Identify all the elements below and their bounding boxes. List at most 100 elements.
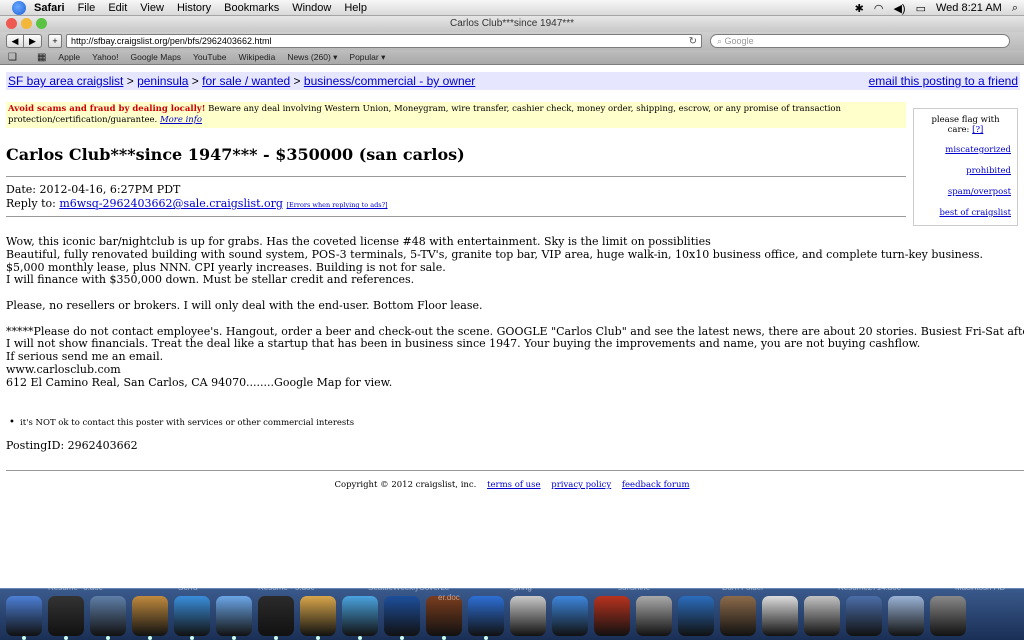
breadcrumb-separator: >: [290, 74, 304, 88]
reload-icon[interactable]: ↻: [689, 36, 697, 47]
zoom-window-icon[interactable]: [36, 18, 47, 29]
dock-app-icon[interactable]: [888, 596, 924, 636]
dock-app-icon[interactable]: [720, 596, 756, 636]
reply-label: Reply to:: [6, 197, 60, 210]
desktop-file-label[interactable]: Burn Folder: [722, 583, 764, 592]
breadcrumb-sfbay[interactable]: SF bay area craigslist: [8, 74, 123, 88]
dock-app-icon[interactable]: [426, 596, 462, 640]
running-indicator: [400, 636, 404, 640]
desktop-file-label[interactable]: Serra: [178, 583, 198, 592]
divider: [6, 176, 906, 177]
feedback-link[interactable]: feedback forum: [622, 480, 690, 490]
body-line: Beautiful, fully renovated building with…: [6, 247, 984, 261]
body-line: Wow, this iconic bar/nightclub is up for…: [6, 235, 711, 248]
address-bar[interactable]: http://sfbay.craigslist.org/pen/bfs/2962…: [66, 34, 702, 48]
breadcrumb-peninsula[interactable]: peninsula: [137, 74, 188, 88]
flag-miscategorized[interactable]: miscategorized: [920, 145, 1011, 155]
dock-app-icon[interactable]: [846, 596, 882, 636]
no-solicitation-notice: it's NOT ok to contact this poster with …: [9, 417, 354, 428]
reply-errors-link[interactable]: [Errors when replying to ads?]: [286, 201, 387, 209]
dock-app-icon[interactable]: [930, 596, 966, 636]
bluetooth-icon[interactable]: ✱: [855, 2, 864, 15]
battery-icon[interactable]: ▭: [916, 2, 926, 15]
open-book-icon[interactable]: ❑: [8, 52, 17, 63]
reply-email-link[interactable]: m6wsq-2962403662@sale.craigslist.org: [59, 197, 283, 210]
dock-app-icon[interactable]: [804, 596, 840, 636]
bookmark-yahoo[interactable]: Yahoo!: [92, 52, 118, 62]
flag-best-of[interactable]: best of craigslist: [920, 208, 1011, 218]
body-paragraph: Please, no resellers or brokers. I will …: [6, 299, 1016, 313]
dock-app-icon[interactable]: [258, 596, 294, 640]
menu-edit[interactable]: Edit: [108, 2, 127, 14]
dock-app-icon[interactable]: [300, 596, 336, 640]
body-line: 612 El Camino Real, San Carlos, CA 94070…: [6, 375, 393, 389]
volume-icon[interactable]: ◀): [893, 2, 905, 15]
menu-app-name[interactable]: Safari: [34, 2, 65, 14]
bookmarks-bar: ❑ ▦ Apple Yahoo! Google Maps YouTube Wik…: [0, 50, 1024, 65]
minimize-window-icon[interactable]: [21, 18, 32, 29]
breadcrumb-business-commercial[interactable]: business/commercial - by owner: [304, 74, 475, 88]
dock-app-icon[interactable]: [552, 596, 588, 636]
body-line: I will finance with $350,000 down. Must …: [6, 273, 415, 287]
bookmark-apple[interactable]: Apple: [58, 52, 80, 62]
bookmark-youtube[interactable]: YouTube: [193, 52, 226, 62]
dock-app-icon[interactable]: [384, 596, 420, 640]
menu-file[interactable]: File: [78, 2, 96, 14]
scam-warning-headline: Avoid scams and fraud by dealing locally…: [8, 104, 206, 114]
bookmark-news[interactable]: News (260) ▾: [287, 52, 337, 63]
dock-app-icon[interactable]: [216, 596, 252, 640]
desktop-file-label[interactable]: spring: [510, 583, 532, 592]
top-sites-grid-icon[interactable]: ▦: [37, 52, 46, 63]
desktop-file-label[interactable]: er.doc: [438, 593, 460, 602]
dock-app-icon[interactable]: [678, 596, 714, 636]
search-icon: ⌕: [717, 35, 725, 46]
back-button[interactable]: ◀: [6, 34, 24, 48]
dock-app-icon[interactable]: [510, 596, 546, 636]
desktop-file-label[interactable]: sunshine: [618, 583, 650, 592]
breadcrumb-for-sale[interactable]: for sale / wanted: [202, 74, 290, 88]
dock-app-icon[interactable]: [48, 596, 84, 640]
dock-app-icon[interactable]: [6, 596, 42, 640]
privacy-link[interactable]: privacy policy: [551, 480, 611, 490]
dock-app-icon[interactable]: [762, 596, 798, 636]
menu-history[interactable]: History: [177, 2, 211, 14]
desktop-file-label[interactable]: Resume--6.doc: [48, 583, 103, 592]
flag-prohibited[interactable]: prohibited: [920, 166, 1011, 176]
add-bookmark-button[interactable]: +: [48, 34, 62, 48]
email-posting-link[interactable]: email this posting to a friend: [869, 74, 1018, 88]
flag-spam[interactable]: spam/overpost: [920, 187, 1011, 197]
search-field[interactable]: ⌕ Google: [710, 34, 1010, 48]
bookmark-wikipedia[interactable]: Wikipedia: [238, 52, 275, 62]
bookmark-popular[interactable]: Popular ▾: [349, 52, 385, 63]
wifi-icon[interactable]: ◠: [874, 2, 884, 15]
menu-help[interactable]: Help: [344, 2, 367, 14]
desktop-file-label[interactable]: Macintosh HD: [955, 583, 1005, 592]
dock-app-icon[interactable]: [90, 596, 126, 640]
menu-clock[interactable]: Wed 8:21 AM: [936, 2, 1002, 14]
window-title-bar: Carlos Club***since 1947***: [0, 16, 1024, 32]
terms-link[interactable]: terms of use: [487, 480, 540, 490]
bookmark-google-maps[interactable]: Google Maps: [130, 52, 181, 62]
close-window-icon[interactable]: [6, 18, 17, 29]
flag-help-link[interactable]: [?]: [972, 125, 983, 135]
spotlight-search-icon[interactable]: ⌕: [1012, 2, 1018, 15]
divider: [6, 216, 906, 217]
dock-app-icon[interactable]: [132, 596, 168, 640]
running-indicator: [442, 636, 446, 640]
flag-box-title: please flag with care:: [931, 115, 1000, 135]
dock-app-icon[interactable]: [174, 596, 210, 640]
menu-window[interactable]: Window: [292, 2, 331, 14]
dock-app-icon[interactable]: [468, 596, 504, 640]
forward-button[interactable]: ▶: [24, 34, 42, 48]
more-info-link[interactable]: More info: [160, 115, 202, 125]
menu-bookmarks[interactable]: Bookmarks: [224, 2, 279, 14]
desktop-file-label[interactable]: Resume2714.doc: [838, 583, 901, 592]
desktop-file-label[interactable]: SeattleWeeklyCoverLe: [368, 583, 449, 592]
menu-view[interactable]: View: [140, 2, 164, 14]
apple-menu-icon[interactable]: [12, 0, 26, 15]
dock-app-icon[interactable]: [636, 596, 672, 636]
dock-app-icon[interactable]: [342, 596, 378, 640]
footer: Copyright © 2012 craigslist, inc. terms …: [0, 480, 1024, 490]
desktop-file-label[interactable]: Resume - 5.doc: [258, 583, 314, 592]
dock-app-icon[interactable]: [594, 596, 630, 636]
